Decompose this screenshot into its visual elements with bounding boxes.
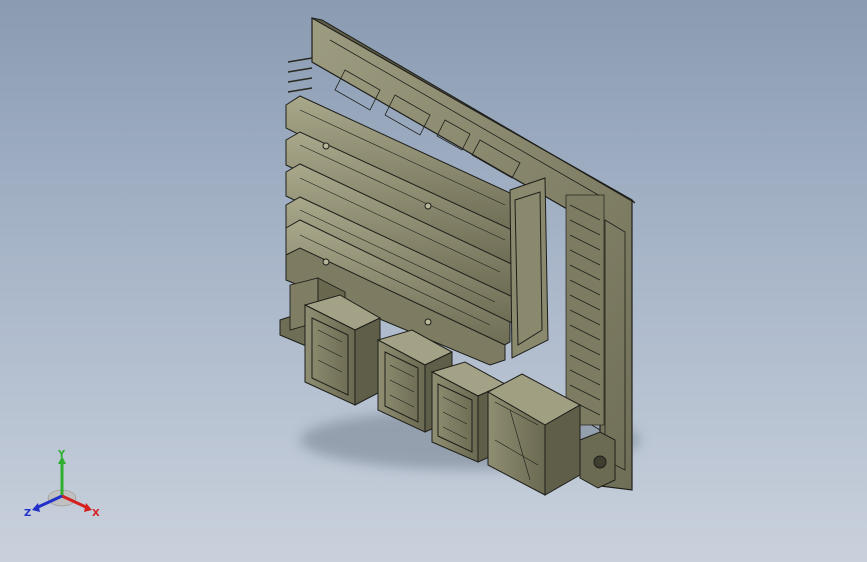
orientation-triad: Y X Z — [24, 449, 100, 519]
z-axis-label: Z — [24, 508, 31, 519]
gpio-header — [565, 194, 605, 426]
power-jack — [579, 431, 616, 489]
z-arrow — [32, 503, 40, 512]
graphics-viewport[interactable]: Y X Z — [0, 0, 867, 562]
fan-connector-pins — [287, 57, 313, 93]
usb-port-1 — [303, 294, 382, 406]
x-arrow — [84, 503, 92, 512]
y-axis-label: Y — [57, 449, 66, 460]
x-axis-label: X — [92, 508, 100, 519]
board-model-view[interactable] — [0, 0, 867, 562]
